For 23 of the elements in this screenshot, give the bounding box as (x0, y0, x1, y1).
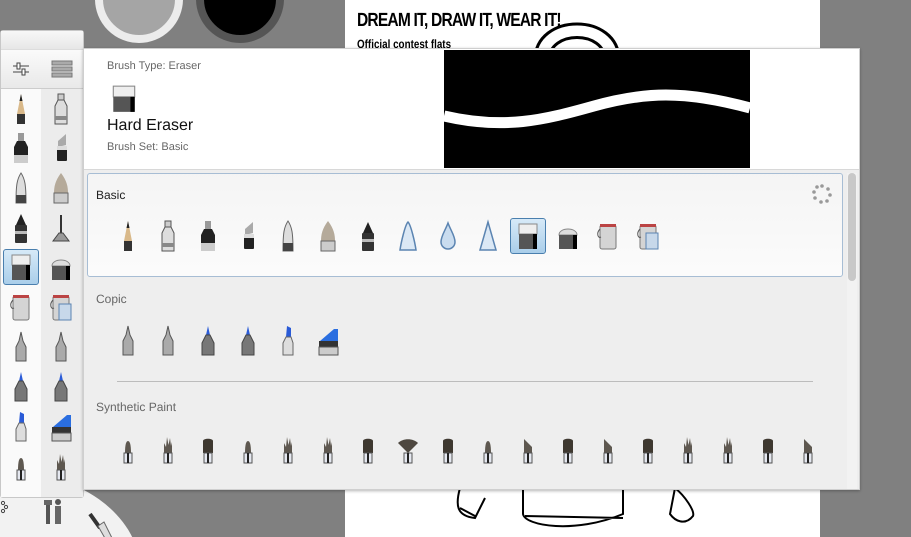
brush-button[interactable] (3, 249, 39, 286)
brush-set-section[interactable]: Synthetic Paint (87, 384, 843, 489)
sliders-icon[interactable] (12, 61, 30, 77)
brush-set-title: Copic (96, 292, 127, 306)
dots-ring-icon[interactable] (812, 184, 832, 204)
scrollbar[interactable] (847, 173, 857, 489)
brush-button[interactable] (510, 218, 546, 254)
brush-type-label: Brush Type: Eraser (107, 60, 201, 72)
scrollbar-thumb[interactable] (848, 173, 856, 281)
rounded-cone-icon (396, 219, 420, 253)
canvas-heading: DREAM IT, DRAW IT, WEAR IT! (357, 10, 561, 32)
paintbrush-icon[interactable] (88, 512, 114, 537)
cone-icon (476, 219, 500, 253)
canvas-subheading: Official contest flats (357, 37, 452, 51)
brush-set-title: Synthetic Paint (96, 400, 176, 414)
brush-set-label: Brush Set: Basic (107, 141, 190, 153)
brush-set-section[interactable]: Copic (87, 277, 843, 382)
brush-name: Hard Eraser (107, 117, 194, 135)
dotted-ring-icon[interactable] (0, 500, 10, 514)
list-icon[interactable] (50, 60, 72, 78)
brush-set-title: Basic (96, 188, 126, 202)
eraser-icon (111, 84, 137, 114)
brush-set-section[interactable]: Basic (87, 173, 843, 278)
